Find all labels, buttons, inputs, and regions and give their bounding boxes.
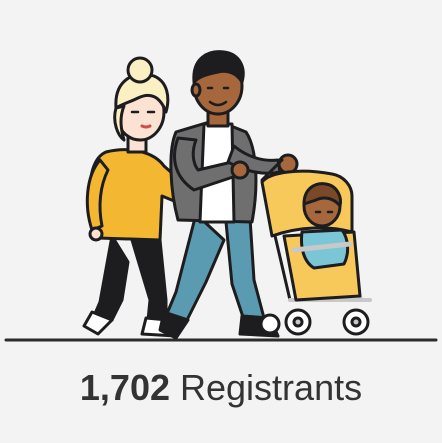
family-stroller-illustration (4, 50, 438, 342)
stat-card: 1,702 Registrants (0, 0, 442, 443)
stroller (259, 158, 372, 336)
registrants-label: Registrants (180, 367, 363, 408)
registrants-stat: 1,702 Registrants (0, 362, 442, 414)
registrants-count: 1,702 (79, 367, 170, 408)
